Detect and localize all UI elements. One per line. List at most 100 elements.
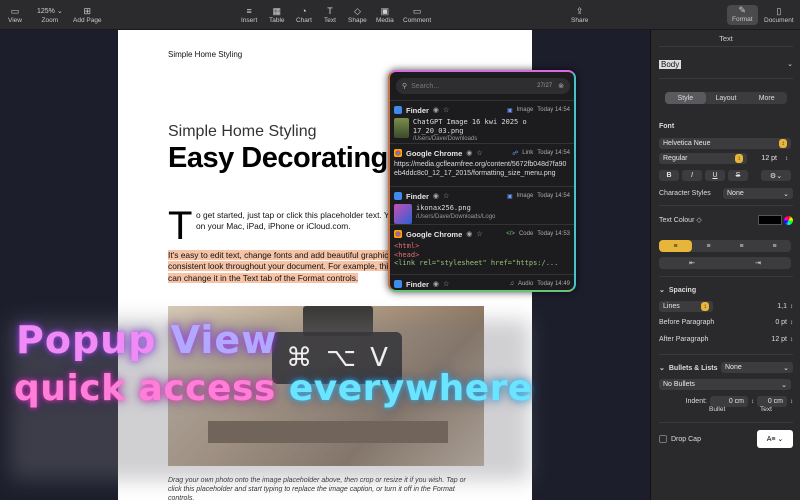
font-size-stepper[interactable]: ↕ [785, 156, 788, 162]
spacing-header[interactable]: ⌄ Spacing [659, 286, 793, 295]
stepper-icon: ↕ [701, 302, 709, 311]
before-paragraph-value[interactable]: 0 pt [775, 319, 787, 326]
list-style-select[interactable]: None ⌄ [721, 362, 793, 373]
decrease-indent-button[interactable]: ⇤ [659, 257, 725, 269]
bullets-label: Bullets & Lists [668, 364, 718, 372]
add-page-button[interactable]: ⊞ Add Page [73, 6, 102, 24]
media-button[interactable]: ▣ Media [376, 6, 394, 24]
tab-layout[interactable]: Layout [706, 92, 747, 104]
clipboard-popup[interactable]: ⚲ Search... 27/27 ⊗ Finder ◉ ☆ ▣ Image Today … [388, 70, 576, 292]
drop-cap-label: Drop Cap [671, 435, 701, 443]
share-button[interactable]: ⇪ Share [571, 6, 588, 24]
share-label: Share [571, 17, 589, 24]
font-size-field[interactable]: 12 pt [751, 153, 781, 164]
clip-entry[interactable]: Finder ◉ ☆ ▣ Image Today 14:54 ChatGPT Image … [390, 100, 574, 143]
bullet-type-select[interactable]: No Bullets ⌄ [659, 379, 791, 390]
indent-label: Indent: [685, 398, 707, 405]
text-label: Text [324, 17, 336, 24]
promo-headline-1: Popup View [16, 318, 277, 362]
star-icon[interactable]: ☆ [443, 192, 449, 200]
image-thumbnail [394, 118, 409, 138]
star-icon[interactable]: ☆ [443, 280, 449, 288]
paragraph-style-picker[interactable]: Body ⌄ [659, 54, 793, 74]
star-icon[interactable]: ☆ [443, 106, 449, 114]
comment-button[interactable]: ▭ Comment [403, 6, 431, 24]
line-spacing-select[interactable]: Lines ↕ [659, 301, 713, 312]
entry-type: Image [516, 193, 534, 199]
format-button[interactable]: ✎ Format [727, 5, 758, 25]
table-button[interactable]: ▦ Table [269, 6, 285, 24]
line-spacing-mode: Lines [663, 303, 680, 310]
page-header[interactable]: Simple Home Styling [168, 50, 242, 59]
divider [659, 354, 793, 355]
before-paragraph-row: Before Paragraph 0 pt ↕ [659, 319, 793, 326]
colour-wheel-icon[interactable] [784, 215, 793, 225]
chrome-icon [394, 149, 402, 157]
table-icon: ▦ [272, 6, 282, 16]
search-input[interactable]: Search... [411, 83, 537, 90]
italic-button[interactable]: I [682, 170, 702, 181]
justify-button[interactable]: ≡ [758, 240, 791, 252]
eye-icon[interactable]: ◉ [433, 192, 439, 200]
stepper-icon[interactable]: ↕ [790, 304, 793, 310]
stepper-icon[interactable]: ↕ [790, 399, 793, 405]
stepper-icon: ↕ [779, 139, 787, 148]
colour-well[interactable] [758, 215, 782, 225]
text-options-button[interactable]: ⚙⌄ [761, 170, 791, 181]
view-button[interactable]: ▭ View [8, 6, 22, 24]
align-left-button[interactable]: ≡ [659, 240, 692, 252]
text-button[interactable]: T Text [324, 6, 336, 24]
entry-time: Today 14:54 [537, 107, 570, 113]
align-right-button[interactable]: ≡ [725, 240, 758, 252]
text-sublabel: Text [760, 405, 772, 413]
star-icon[interactable]: ☆ [476, 149, 482, 157]
clip-entry[interactable]: Finder ◉ ☆ ♫ Audio Today 14:49 [390, 274, 574, 290]
stepper-icon[interactable]: ↕ [790, 320, 793, 326]
popup-search[interactable]: ⚲ Search... 27/27 ⊗ [396, 78, 570, 94]
zoom-button[interactable]: 125% ⌄ Zoom [37, 6, 63, 24]
stepper-icon[interactable]: ↕ [751, 399, 754, 405]
font-family-select[interactable]: Helvetica Neue ↕ [659, 138, 793, 149]
clip-entry[interactable]: Google Chrome ◉ ☆ </> Code Today 14:53 <html>… [390, 224, 574, 274]
chart-button[interactable]: ◔ Chart [296, 6, 312, 24]
after-paragraph-value[interactable]: 12 pt [771, 336, 787, 343]
chevron-down-icon: ⌄ [781, 381, 787, 389]
drop-cap-checkbox[interactable] [659, 435, 667, 443]
chevron-down-icon[interactable]: ⌄ [659, 365, 665, 372]
entry-app: Finder [406, 191, 429, 201]
result-count: 27/27 [537, 83, 553, 89]
align-center-button[interactable]: ≡ [692, 240, 725, 252]
clear-icon[interactable]: ⊗ [558, 82, 564, 90]
eye-icon[interactable]: ◉ [433, 106, 439, 114]
tab-style[interactable]: Style [665, 92, 706, 104]
tab-more[interactable]: More [746, 92, 787, 104]
doc-title[interactable]: Easy Decorating [168, 142, 388, 175]
doc-subtitle[interactable]: Simple Home Styling [168, 123, 317, 141]
clip-entry[interactable]: Google Chrome ◉ ☆ ☍ Link Today 14:54 https://… [390, 143, 574, 186]
shape-button[interactable]: ◇ Shape [348, 6, 367, 24]
entry-type: Audio [517, 281, 534, 287]
drop-cap-style-button[interactable]: A≡ ⌄ [757, 430, 793, 448]
view-icon: ▭ [10, 6, 20, 16]
bold-button[interactable]: B [659, 170, 679, 181]
star-icon[interactable]: ☆ [476, 230, 482, 238]
strikethrough-button[interactable]: S [728, 170, 748, 181]
insert-button[interactable]: ≡ Insert [241, 6, 257, 24]
eye-icon[interactable]: ◉ [466, 230, 472, 238]
text-tabs: Style Layout More [665, 92, 787, 104]
character-styles-select[interactable]: None ⌄ [723, 188, 793, 199]
zoom-value: 125% ⌄ [37, 8, 63, 15]
underline-button[interactable]: U [705, 170, 725, 181]
font-style-select[interactable]: Regular ↕ [659, 153, 747, 164]
entry-time: Today 14:54 [537, 150, 570, 156]
line-spacing-value[interactable]: 1,1 [777, 303, 787, 310]
eye-icon[interactable]: ◉ [433, 280, 439, 288]
document-button[interactable]: ▯ Document [764, 6, 794, 24]
format-label: Format [732, 16, 753, 23]
increase-indent-button[interactable]: ⇥ [725, 257, 791, 269]
link-icon: ☍ [512, 150, 519, 157]
eye-icon[interactable]: ◉ [466, 149, 472, 157]
drop-cap[interactable]: T [168, 206, 192, 246]
stepper-icon[interactable]: ↕ [790, 337, 793, 343]
clip-entry[interactable]: Finder ◉ ☆ ▣ Image Today 14:54 ikonax256.png /… [390, 186, 574, 224]
